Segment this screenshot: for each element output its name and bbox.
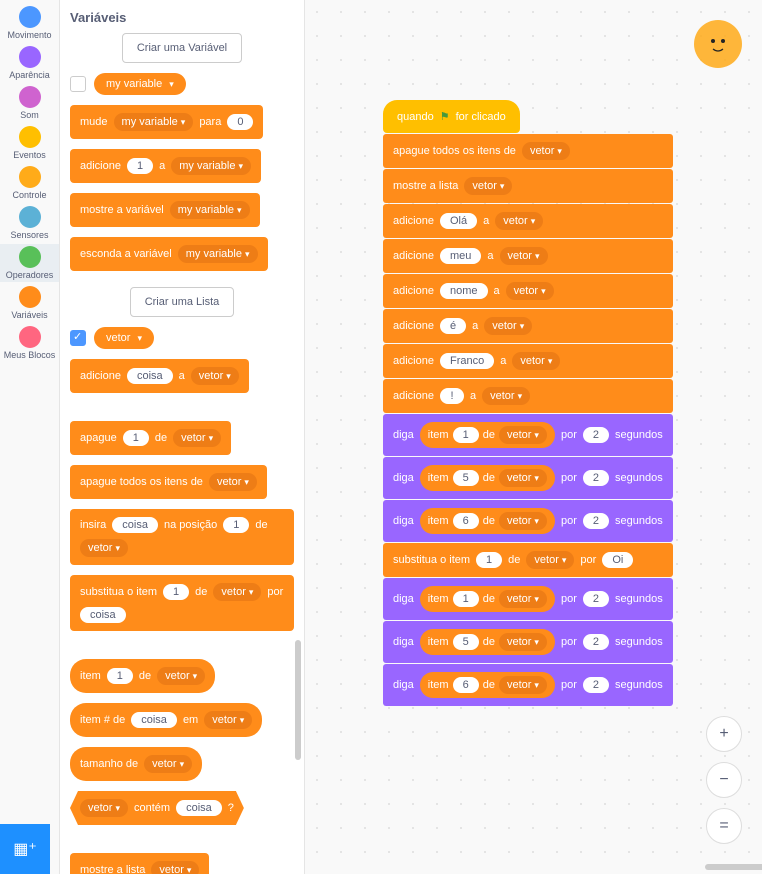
block-add-to-list[interactable]: adicioneOláavetor <box>383 204 673 238</box>
category-dot-icon <box>19 86 41 108</box>
block-change-variable[interactable]: adicione 1 a my variable <box>70 149 261 183</box>
category-dot-icon <box>19 286 41 308</box>
block-item-of-list[interactable]: item 1 de vetor <box>70 659 215 693</box>
block-set-variable[interactable]: mude my variable para 0 <box>70 105 263 139</box>
create-variable-button[interactable]: Criar uma Variável <box>122 33 242 63</box>
scratch-cat-watermark <box>694 20 742 68</box>
category-eventos[interactable]: Eventos <box>0 124 59 162</box>
category-dot-icon <box>19 326 41 348</box>
category-label: Operadores <box>6 270 54 280</box>
block-delete-all-of-list[interactable]: apague todos os itens de vetor <box>70 465 267 499</box>
category-label: Variáveis <box>11 310 47 320</box>
block-item-of-list-embedded[interactable]: item6devetor <box>420 672 555 698</box>
block-insert-at-list[interactable]: insira coisa na posição 1 de vetor <box>70 509 294 565</box>
block-item-of-list-embedded[interactable]: item1devetor <box>420 586 555 612</box>
palette-scrollbar[interactable] <box>295 640 301 760</box>
category-label: Eventos <box>13 150 46 160</box>
block-hide-variable[interactable]: esconda a variável my variable <box>70 237 268 271</box>
category-som[interactable]: Som <box>0 84 59 122</box>
category-dot-icon <box>19 246 41 268</box>
category-label: Aparência <box>9 70 50 80</box>
category-movimento[interactable]: Movimento <box>0 4 59 42</box>
block-say-for-secs[interactable]: digaitem5devetorpor2segundos <box>383 457 673 499</box>
block-say-for-secs[interactable]: digaitem5devetorpor2segundos <box>383 621 673 663</box>
block-item-num-of-list[interactable]: item # de coisa em vetor <box>70 703 262 737</box>
block-delete-of-list[interactable]: apague 1 de vetor <box>70 421 231 455</box>
section-title-variaveis: Variáveis <box>70 10 294 25</box>
block-when-flag-clicked[interactable]: quando ⚑ for clicado <box>383 100 520 133</box>
block-show-variable[interactable]: mostre a variável my variable <box>70 193 260 227</box>
workspace[interactable]: quando ⚑ for clicado apague todos os ite… <box>305 0 762 874</box>
category-dot-icon <box>19 166 41 188</box>
block-add-to-list[interactable]: adicioneéavetor <box>383 309 673 343</box>
vetor-reporter[interactable]: vetor <box>94 327 154 349</box>
minus-icon: − <box>719 771 728 789</box>
zoom-in-button[interactable]: + <box>706 716 742 752</box>
category-operadores[interactable]: Operadores <box>0 244 59 282</box>
equals-icon: = <box>719 817 728 835</box>
plus-icon: + <box>719 725 728 743</box>
category-label: Movimento <box>7 30 51 40</box>
my-variable-checkbox[interactable] <box>70 76 86 92</box>
vetor-checkbox[interactable] <box>70 330 86 346</box>
workspace-hscroll[interactable] <box>705 864 762 870</box>
block-item-of-list-embedded[interactable]: item5devetor <box>420 465 555 491</box>
block-say-for-secs[interactable]: digaitem1devetorpor2segundos <box>383 578 673 620</box>
block-replace-item[interactable]: substitua o item1 devetor porOi <box>383 543 673 577</box>
block-say-for-secs[interactable]: digaitem6devetorpor2segundos <box>383 664 673 706</box>
block-say-for-secs[interactable]: digaitem1devetorpor2segundos <box>383 414 673 456</box>
zoom-out-button[interactable]: − <box>706 762 742 798</box>
block-length-of-list[interactable]: tamanho de vetor <box>70 747 202 781</box>
category-dot-icon <box>19 206 41 228</box>
category-label: Som <box>20 110 39 120</box>
category-dot-icon <box>19 6 41 28</box>
block-add-to-list[interactable]: adicionemeuavetor <box>383 239 673 273</box>
category-label: Sensores <box>10 230 48 240</box>
category-label: Controle <box>12 190 46 200</box>
block-item-of-list-embedded[interactable]: item5devetor <box>420 629 555 655</box>
block-add-to-list[interactable]: adicioneFrancoavetor <box>383 344 673 378</box>
category-sensores[interactable]: Sensores <box>0 204 59 242</box>
create-list-button[interactable]: Criar uma Lista <box>130 287 235 317</box>
category-controle[interactable]: Controle <box>0 164 59 202</box>
category-dot-icon <box>19 46 41 68</box>
block-say-for-secs[interactable]: digaitem6devetorpor2segundos <box>383 500 673 542</box>
block-add-to-list[interactable]: adicione coisa a vetor <box>70 359 249 393</box>
block-replace-item-list[interactable]: substitua o item 1 de vetor por coisa <box>70 575 294 631</box>
script-stack[interactable]: quando ⚑ for clicado apague todos os ite… <box>383 100 673 706</box>
block-show-list[interactable]: mostre a lista vetor <box>70 853 209 874</box>
my-variable-reporter[interactable]: my variable <box>94 73 186 95</box>
category-meus blocos[interactable]: Meus Blocos <box>0 324 59 362</box>
category-label: Meus Blocos <box>4 350 56 360</box>
category-aparência[interactable]: Aparência <box>0 44 59 82</box>
green-flag-icon: ⚑ <box>440 110 450 123</box>
block-item-of-list-embedded[interactable]: item1devetor <box>420 422 555 448</box>
block-item-of-list-embedded[interactable]: item6devetor <box>420 508 555 534</box>
zoom-reset-button[interactable]: = <box>706 808 742 844</box>
block-delete-all[interactable]: apague todos os itens devetor <box>383 134 673 168</box>
extensions-button[interactable]: ▦⁺ <box>0 824 50 874</box>
block-list-contains[interactable]: vetor contém coisa ? <box>70 791 244 825</box>
block-add-to-list[interactable]: adicionenomeavetor <box>383 274 673 308</box>
blocks-palette: Variáveis Criar uma Variável my variable… <box>60 0 305 874</box>
category-variáveis[interactable]: Variáveis <box>0 284 59 322</box>
category-dot-icon <box>19 126 41 148</box>
block-add-to-list[interactable]: adicione!avetor <box>383 379 673 413</box>
blocks-icon: ▦⁺ <box>13 839 37 859</box>
block-show-list[interactable]: mostre a listavetor <box>383 169 673 203</box>
